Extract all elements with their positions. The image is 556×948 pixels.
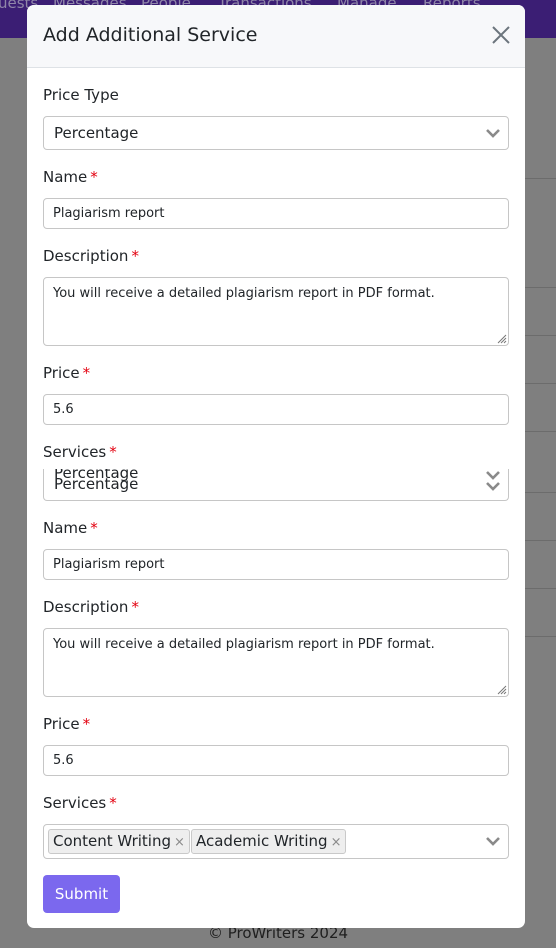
- selected-value: Percentage: [54, 124, 139, 142]
- remove-tag-icon[interactable]: ×: [174, 835, 185, 850]
- label-text: Price Type: [43, 86, 119, 104]
- chevron-down-icon: [486, 482, 500, 491]
- description-label: Description *: [43, 598, 139, 616]
- price-input[interactable]: 5.6: [43, 394, 509, 425]
- divider: [525, 431, 556, 432]
- divider: [525, 492, 556, 493]
- description-textarea[interactable]: You will receive a detailed plagiarism r…: [43, 277, 509, 346]
- required-marker: *: [90, 519, 98, 537]
- label-text: Price: [43, 364, 80, 382]
- input-value: Plagiarism report: [53, 206, 165, 221]
- services-select-glitched[interactable]: Percentage Percentage: [43, 469, 509, 501]
- label-text: Name: [43, 519, 88, 537]
- label-text: Services: [43, 794, 107, 812]
- tag-label: Content Writing: [53, 832, 171, 850]
- price-label: Price *: [43, 364, 90, 382]
- label-text: Description: [43, 598, 129, 616]
- resize-grip-icon[interactable]: [495, 332, 507, 344]
- required-marker: *: [131, 598, 139, 616]
- modal-title: Add Additional Service: [43, 24, 258, 46]
- required-marker: *: [109, 443, 117, 461]
- remove-tag-icon[interactable]: ×: [331, 835, 342, 850]
- add-service-modal: Add Additional Service Price Type Percen…: [27, 5, 525, 928]
- input-value: 5.6: [53, 402, 74, 417]
- divider: [525, 540, 556, 541]
- name-input[interactable]: Plagiarism report: [43, 549, 509, 580]
- chevron-down-icon: [486, 129, 500, 138]
- price-type-label: Price Type: [43, 86, 119, 104]
- required-marker: *: [82, 715, 91, 733]
- modal-header: Add Additional Service: [27, 5, 525, 68]
- input-value: Plagiarism report: [53, 557, 165, 572]
- selected-tag: Academic Writing ×: [191, 829, 347, 854]
- services-label: Services *: [43, 443, 117, 461]
- description-textarea[interactable]: You will receive a detailed plagiarism r…: [43, 628, 509, 697]
- services-multiselect[interactable]: Content Writing × Academic Writing ×: [43, 824, 509, 859]
- required-marker: *: [82, 364, 91, 382]
- label-text: Services: [43, 443, 107, 461]
- close-icon: [492, 26, 510, 44]
- required-marker: *: [90, 168, 98, 186]
- divider: [525, 287, 556, 288]
- input-value: 5.6: [53, 753, 74, 768]
- divider: [525, 636, 556, 637]
- submit-button[interactable]: Submit: [43, 875, 120, 913]
- description-label: Description *: [43, 247, 139, 265]
- resize-grip-icon[interactable]: [495, 683, 507, 695]
- required-marker: *: [109, 794, 117, 812]
- divider: [525, 588, 556, 589]
- label-text: Description: [43, 247, 129, 265]
- selected-tag: Content Writing ×: [48, 829, 190, 854]
- textarea-value: You will receive a detailed plagiarism r…: [53, 637, 435, 652]
- price-input[interactable]: 5.6: [43, 745, 509, 776]
- tag-label: Academic Writing: [196, 832, 328, 850]
- name-input[interactable]: Plagiarism report: [43, 198, 509, 229]
- selected-value: Percentage: [54, 475, 139, 493]
- label-text: Name: [43, 168, 88, 186]
- label-text: Price: [43, 715, 80, 733]
- services-label: Services *: [43, 794, 117, 812]
- divider: [525, 383, 556, 384]
- price-type-select[interactable]: Percentage: [43, 116, 509, 150]
- divider: [525, 178, 556, 179]
- name-label: Name *: [43, 168, 98, 186]
- price-label: Price *: [43, 715, 90, 733]
- required-marker: *: [131, 247, 139, 265]
- name-label: Name *: [43, 519, 98, 537]
- textarea-value: You will receive a detailed plagiarism r…: [53, 286, 435, 301]
- close-button[interactable]: [491, 25, 511, 45]
- divider: [525, 335, 556, 336]
- chevron-down-icon[interactable]: [485, 833, 501, 849]
